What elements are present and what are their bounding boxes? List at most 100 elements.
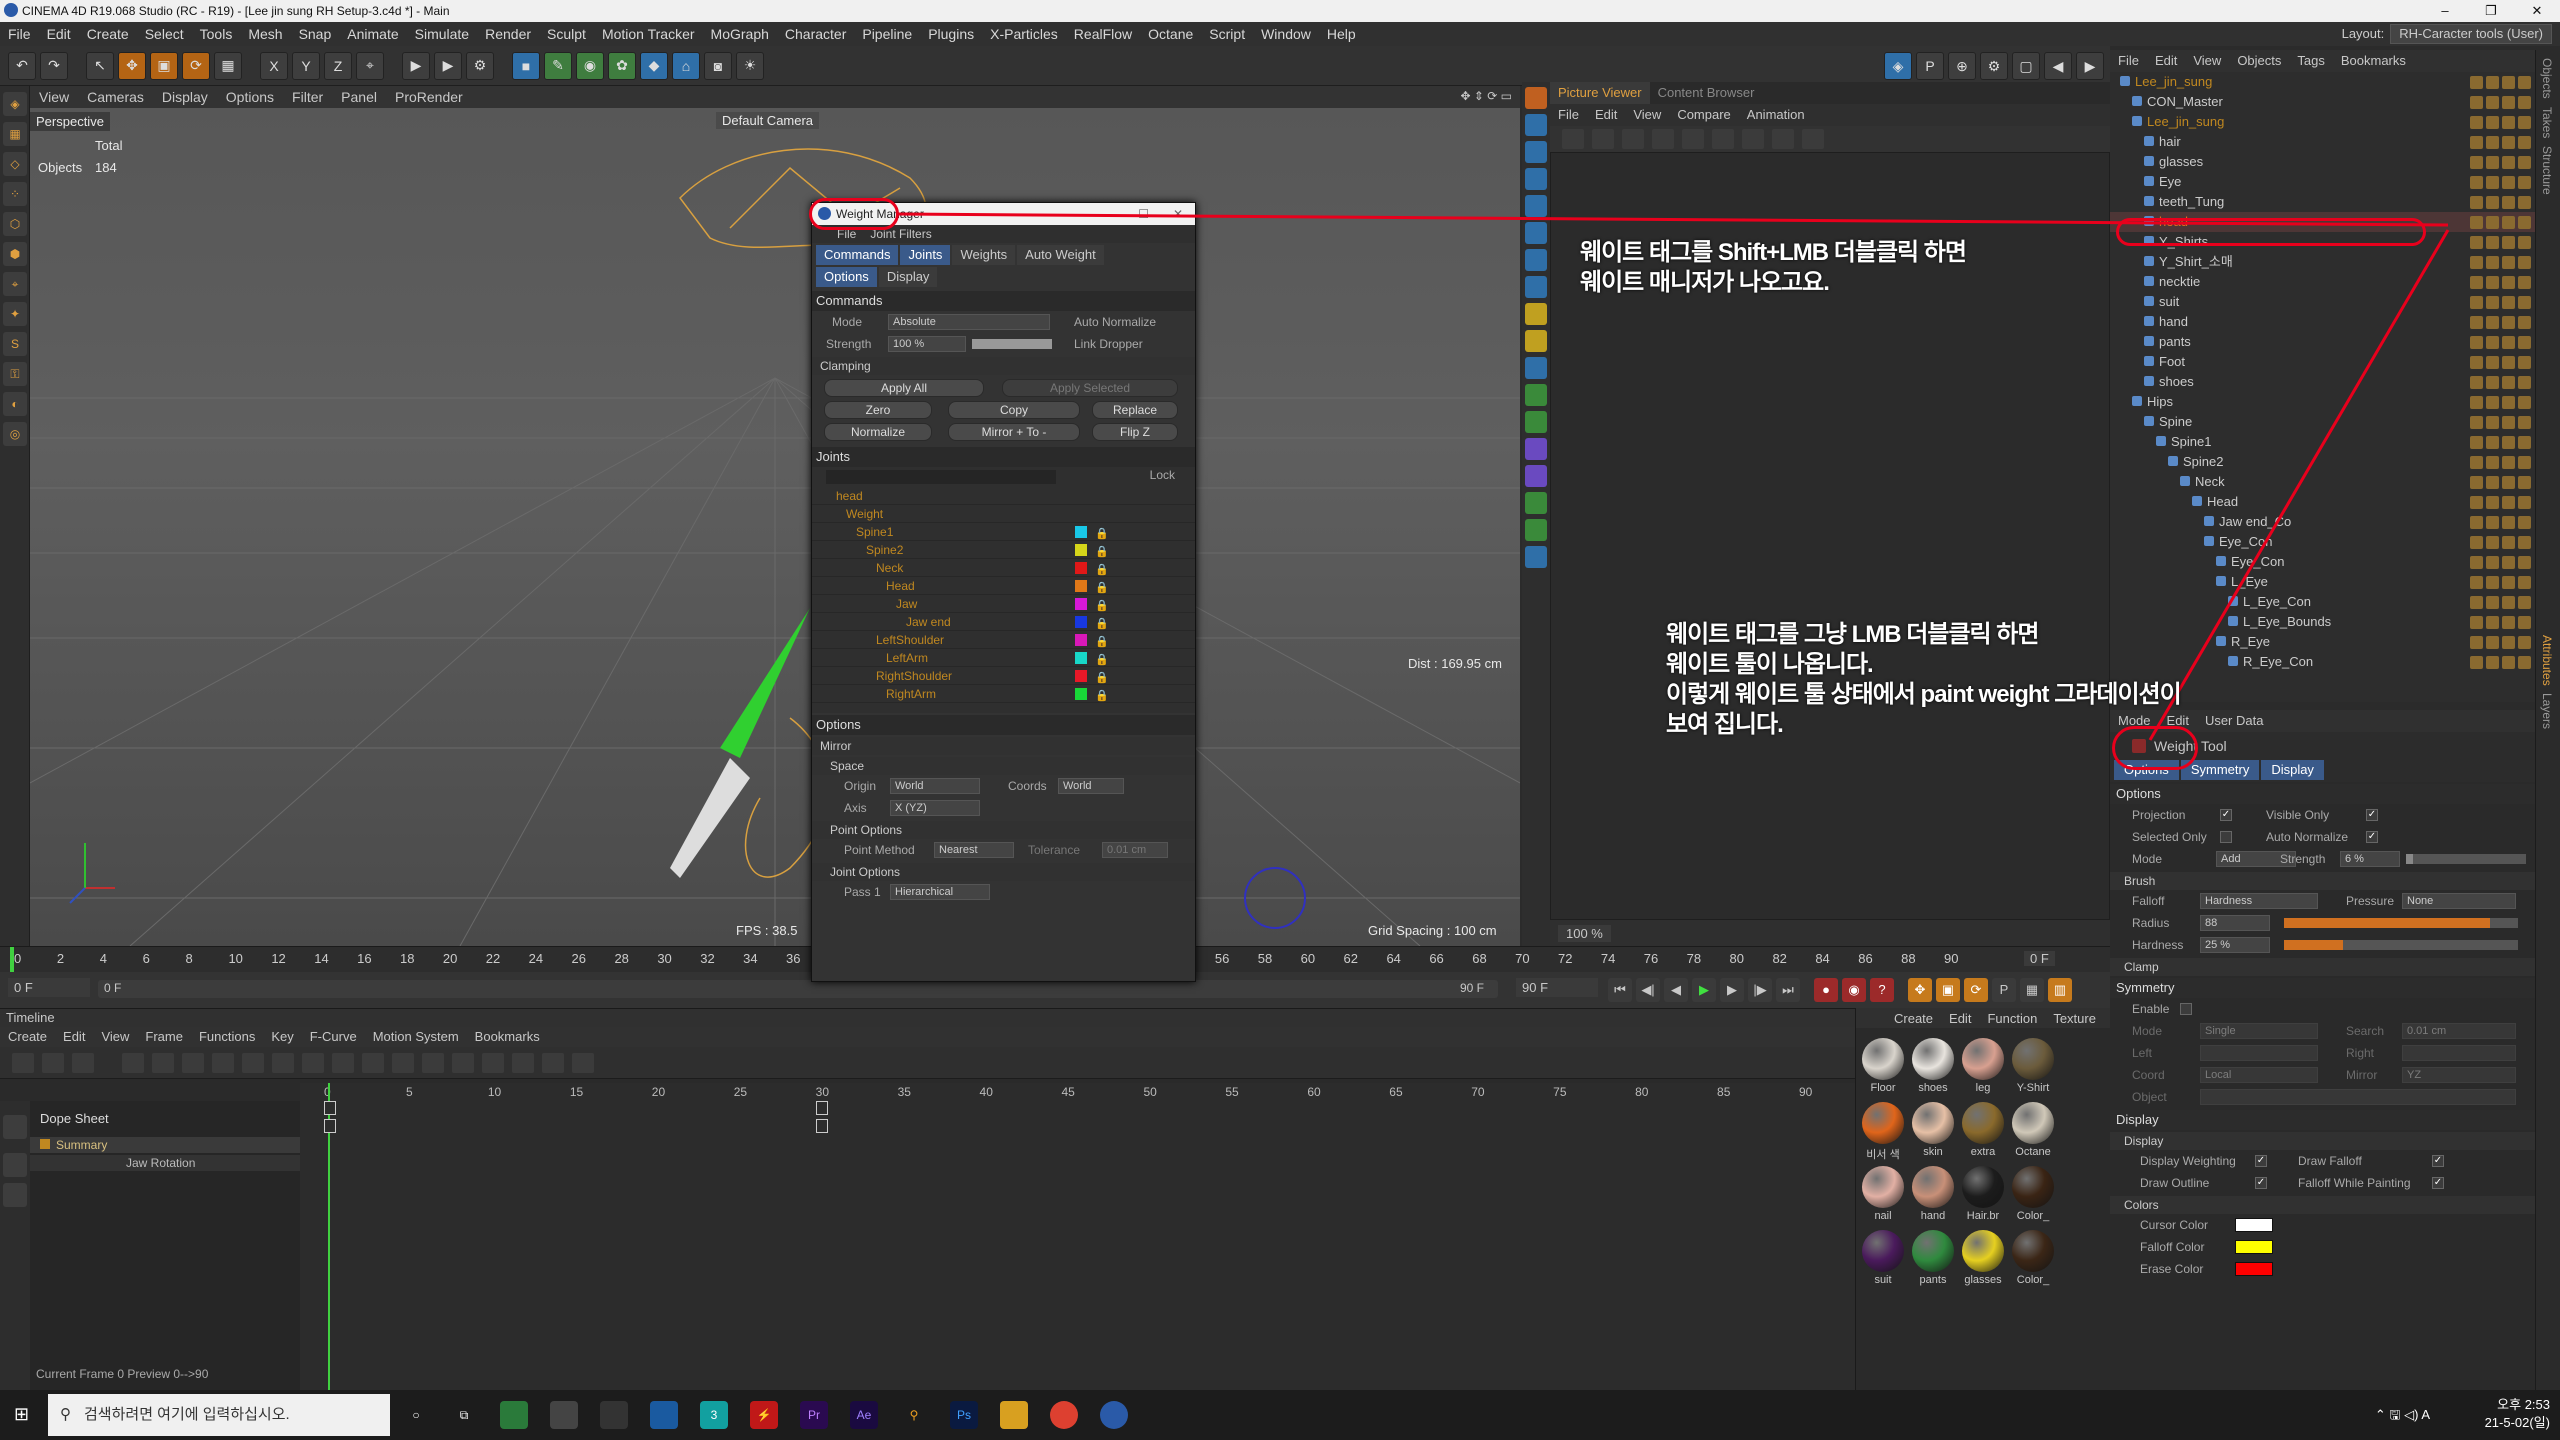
tag-icon[interactable] <box>2502 116 2515 129</box>
object-row[interactable]: Eye <box>2110 172 2535 192</box>
material-item[interactable]: skin <box>1911 1102 1955 1160</box>
search-field[interactable]: 0.01 cm <box>2402 1023 2516 1039</box>
tag-icon[interactable] <box>2470 576 2483 589</box>
record-icon[interactable]: ● <box>1814 978 1838 1002</box>
coord-dropdown[interactable]: Local <box>2200 1067 2318 1083</box>
rotate-icon[interactable]: ⟳ <box>182 51 210 80</box>
tag-icon[interactable] <box>2470 356 2483 369</box>
tag-icon[interactable] <box>2502 496 2515 509</box>
app-icon-2[interactable] <box>550 1401 578 1429</box>
menu-x-particles[interactable]: X-Particles <box>982 22 1066 46</box>
tag-icon[interactable] <box>2470 236 2483 249</box>
pv-tool-2-icon[interactable] <box>1525 114 1547 136</box>
tag-icon[interactable] <box>2470 256 2483 269</box>
tag-icon[interactable] <box>2502 76 2515 89</box>
pv-tool-7-icon[interactable] <box>1525 249 1547 271</box>
menu-sculpt[interactable]: Sculpt <box>539 22 594 46</box>
menu-edit[interactable]: Edit <box>39 22 79 46</box>
om-menu-edit[interactable]: Edit <box>2147 50 2185 72</box>
joint-lock-icon[interactable]: 🔒 <box>1095 651 1109 666</box>
current-frame-field[interactable]: 0 F <box>2024 951 2055 966</box>
object-row[interactable]: suit <box>2110 292 2535 312</box>
material-item[interactable]: Octane <box>2011 1102 2055 1160</box>
next-frame-icon[interactable]: ▶ <box>1720 978 1744 1002</box>
tag-icon[interactable] <box>2502 556 2515 569</box>
tag-icon[interactable] <box>2486 136 2499 149</box>
pv-tool-8-icon[interactable] <box>1525 276 1547 298</box>
material-item[interactable]: Color_ <box>2011 1230 2055 1288</box>
joint-lock-icon[interactable]: 🔒 <box>1095 615 1109 630</box>
pv-tool-15-icon[interactable] <box>1525 465 1547 487</box>
subdivision-icon[interactable]: ◉ <box>576 51 604 80</box>
pv-menu-edit[interactable]: Edit <box>1587 104 1625 126</box>
pv-fit-icon[interactable] <box>1802 129 1824 149</box>
tweak-icon[interactable]: ✦ <box>3 302 27 326</box>
tag-icon[interactable] <box>2486 236 2499 249</box>
joint-color-swatch[interactable] <box>1075 670 1087 682</box>
menu-motion-tracker[interactable]: Motion Tracker <box>594 22 703 46</box>
tag-icon[interactable] <box>2486 96 2499 109</box>
tl-menu-motion-system[interactable]: Motion System <box>365 1027 467 1047</box>
tag-icon[interactable] <box>2470 476 2483 489</box>
viewport-menu-options[interactable]: Options <box>217 86 283 108</box>
tl-menu-functions[interactable]: Functions <box>191 1027 263 1047</box>
tag-icon[interactable] <box>2470 436 2483 449</box>
menu-select[interactable]: Select <box>137 22 192 46</box>
tag-icon[interactable] <box>2502 536 2515 549</box>
pv-tool-10-icon[interactable] <box>1525 330 1547 352</box>
tag-icon[interactable] <box>2470 276 2483 289</box>
tl-tool-9-icon[interactable] <box>362 1052 384 1073</box>
object-row[interactable]: CON_Master <box>2110 92 2535 112</box>
render-picture-viewer-icon[interactable]: ▶ <box>434 51 462 80</box>
go-to-end-icon[interactable]: ⏭ <box>1776 978 1800 1002</box>
layout-dropdown[interactable]: RH-Caracter tools (User) <box>2390 24 2552 44</box>
camera-label[interactable]: Default Camera <box>716 112 820 129</box>
edges-mode-icon[interactable]: ⬡ <box>3 212 27 236</box>
falloff-color-swatch[interactable] <box>2235 1240 2273 1254</box>
viewport-menu-filter[interactable]: Filter <box>283 86 332 108</box>
material-item[interactable]: pants <box>1911 1230 1955 1288</box>
light-icon[interactable]: ☀ <box>736 51 764 80</box>
premiere-icon[interactable]: Pr <box>800 1401 828 1429</box>
tl-menu-edit[interactable]: Edit <box>55 1027 93 1047</box>
side-tab-objects[interactable]: Objects <box>2540 58 2554 99</box>
pv-filter-icon[interactable] <box>1712 129 1734 149</box>
pv-stereo-icon[interactable] <box>1772 129 1794 149</box>
wm-origin-dropdown[interactable]: World <box>890 778 980 794</box>
tag-icon[interactable] <box>2470 496 2483 509</box>
scale-icon[interactable]: ▣ <box>150 51 178 80</box>
tag-icon[interactable] <box>2518 556 2531 569</box>
pv-tool-9-icon[interactable] <box>1525 303 1547 325</box>
tag-icon[interactable] <box>2470 396 2483 409</box>
viewport-menu-panel[interactable]: Panel <box>332 86 386 108</box>
tag-icon[interactable] <box>2518 376 2531 389</box>
object-row[interactable]: Spine <box>2110 412 2535 432</box>
cursor-color-swatch[interactable] <box>2235 1218 2273 1232</box>
menu-simulate[interactable]: Simulate <box>407 22 477 46</box>
menu-window[interactable]: Window <box>1253 22 1319 46</box>
strength-slider[interactable] <box>2406 854 2526 864</box>
tag-icon[interactable] <box>2470 136 2483 149</box>
tag-icon[interactable] <box>2518 356 2531 369</box>
tag-icon[interactable] <box>2518 396 2531 409</box>
tag-icon[interactable] <box>2502 396 2515 409</box>
pv-menu-file[interactable]: File <box>1550 104 1587 126</box>
wm-tab-weights[interactable]: Weights <box>952 245 1016 265</box>
app-icon-3[interactable] <box>600 1401 628 1429</box>
joint-tree[interactable]: head Weight Spine1 🔒 Spine2 🔒 Neck 🔒 Head 🔒 Jaw 🔒 Ja… <box>812 487 1195 713</box>
tag-icon[interactable] <box>2470 376 2483 389</box>
snap-tool-icon[interactable]: S <box>3 332 27 356</box>
workplane-icon[interactable]: ◇ <box>3 152 27 176</box>
tag-icon[interactable] <box>2486 596 2499 609</box>
om-menu-file[interactable]: File <box>2110 50 2147 72</box>
keyframe[interactable] <box>815 1101 828 1115</box>
pv-compare-icon[interactable] <box>1652 129 1674 149</box>
tag-icon[interactable] <box>2486 216 2499 229</box>
joint-row[interactable]: Head 🔒 <box>812 577 1195 595</box>
menu-mograph[interactable]: MoGraph <box>703 22 777 46</box>
mat-menu-function[interactable]: Function <box>1979 1011 2045 1026</box>
tag-icon[interactable] <box>2470 176 2483 189</box>
tag-icon[interactable] <box>2470 416 2483 429</box>
object-row[interactable]: necktie <box>2110 272 2535 292</box>
tag-icon[interactable] <box>2518 536 2531 549</box>
